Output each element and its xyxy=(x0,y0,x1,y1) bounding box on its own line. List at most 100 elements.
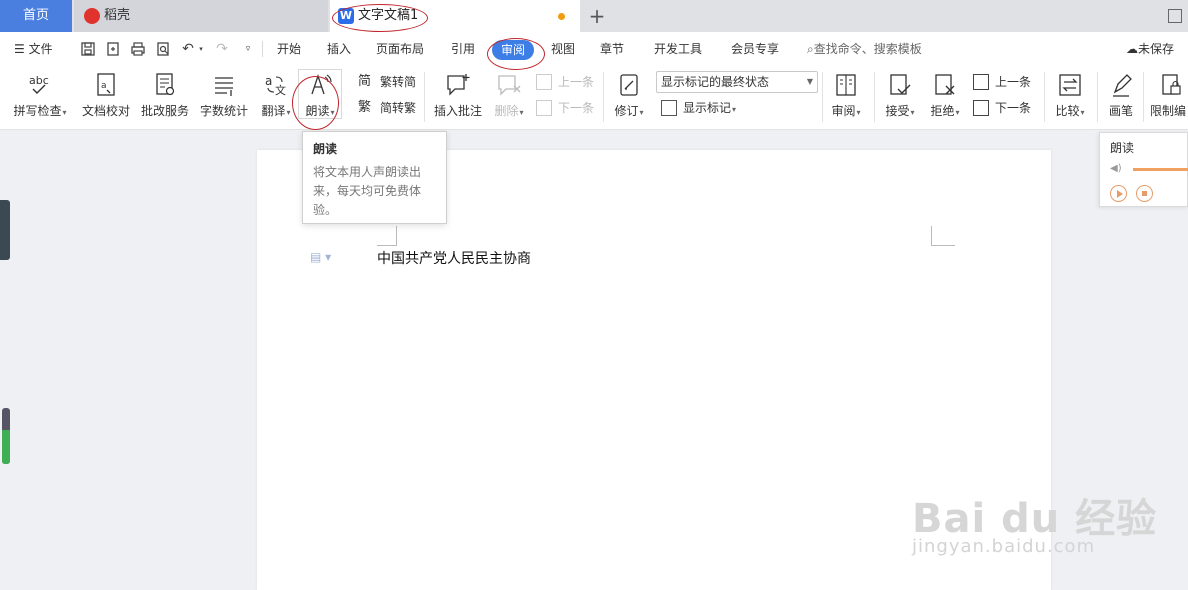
review-pane-icon xyxy=(836,74,856,96)
ribbon-separator xyxy=(603,72,604,122)
track-changes-icon xyxy=(620,74,638,96)
accept-button[interactable]: 接受▾ xyxy=(880,66,920,130)
annotation-circle-read-aloud xyxy=(292,76,339,130)
menu-view[interactable]: 视图 xyxy=(551,32,575,66)
quick-access-more-icon[interactable]: ▿ xyxy=(240,41,256,57)
accept-label: 接受 xyxy=(885,104,910,118)
insert-comment-icon xyxy=(447,74,470,96)
tooltip-title: 朗读 xyxy=(313,142,338,156)
spell-check-label: 拼写检查 xyxy=(13,104,62,118)
search-icon: ⌕ xyxy=(807,42,814,56)
track-changes-button[interactable]: 修订▾ xyxy=(610,66,648,130)
save-icon[interactable] xyxy=(80,41,96,57)
left-edge-meter[interactable] xyxy=(2,408,10,464)
redo-icon[interactable]: ↷ xyxy=(214,41,230,57)
unsaved-dot-icon xyxy=(558,13,565,20)
menu-developer[interactable]: 开发工具 xyxy=(654,32,702,66)
next-change-icon xyxy=(973,100,989,116)
ribbon-separator xyxy=(424,72,425,122)
margin-corner-top-right xyxy=(931,226,955,246)
review-ribbon: abc 拼写检查▾ a 文档校对 批改服务 字数统计 a文 翻译▾ 朗读▾ 简 … xyxy=(0,66,1188,130)
simp-to-trad-label: 简转繁 xyxy=(380,101,417,115)
file-menu-label: 文件 xyxy=(28,42,53,56)
cloud-save-status[interactable]: ☁未保存 xyxy=(1126,32,1174,66)
accept-icon xyxy=(890,74,911,95)
daoke-logo-icon xyxy=(84,8,100,24)
undo-dropdown-icon[interactable]: ▾ xyxy=(196,41,206,57)
document-text[interactable]: 中国共产党人民民主协商 xyxy=(377,248,531,268)
insert-comment-button[interactable]: 插入批注 xyxy=(432,66,484,130)
simp-to-trad-button[interactable]: 繁 简转繁 xyxy=(358,98,416,118)
menu-start[interactable]: 开始 xyxy=(277,32,301,66)
reject-icon xyxy=(935,74,955,95)
spell-check-icon: abc xyxy=(29,74,49,94)
command-search[interactable]: ⌕查找命令、搜索模板 xyxy=(807,32,922,66)
svg-text:a: a xyxy=(101,81,107,91)
menu-section[interactable]: 章节 xyxy=(600,32,624,66)
next-change-button[interactable]: 下一条 xyxy=(973,98,1031,118)
ribbon-separator xyxy=(1044,72,1045,122)
export-icon[interactable] xyxy=(105,41,121,57)
next-comment-button[interactable]: 下一条 xyxy=(536,98,594,118)
new-tab-button[interactable]: + xyxy=(586,2,608,30)
spell-check-button[interactable]: abc 拼写检查▾ xyxy=(10,66,70,130)
doc-proof-button[interactable]: a 文档校对 xyxy=(80,66,132,130)
print-icon[interactable] xyxy=(130,41,146,57)
delete-comment-icon xyxy=(498,75,521,96)
translate-button[interactable]: a文 翻译▾ xyxy=(258,66,294,130)
paragraph-handle-icon[interactable]: ▤ ▾ xyxy=(310,250,332,264)
menu-member[interactable]: 会员专享 xyxy=(731,32,779,66)
save-status-label: 未保存 xyxy=(1138,42,1175,56)
restrict-edit-button[interactable]: 限制编 xyxy=(1150,66,1188,130)
prev-change-button[interactable]: 上一条 xyxy=(973,72,1031,92)
review-pane-label: 审阅 xyxy=(831,104,856,118)
next-change-label: 下一条 xyxy=(995,101,1032,115)
file-menu-button[interactable]: ☰ 文件 xyxy=(14,32,53,66)
revise-service-button[interactable]: 批改服务 xyxy=(140,66,190,130)
reject-button[interactable]: 拒绝▾ xyxy=(925,66,965,130)
pen-button[interactable]: 画笔 xyxy=(1104,66,1138,130)
cloud-icon: ☁ xyxy=(1126,42,1138,56)
review-pane-button[interactable]: 审阅▾ xyxy=(826,66,866,130)
menu-insert[interactable]: 插入 xyxy=(327,32,351,66)
translate-label: 翻译 xyxy=(261,104,286,118)
svg-text:文: 文 xyxy=(275,83,286,97)
doc-proof-icon: a xyxy=(97,73,115,96)
delete-comment-label: 删除 xyxy=(494,104,519,118)
simp-to-trad-icon: 繁 xyxy=(358,100,372,115)
meter-fill xyxy=(2,430,10,464)
window-restore-icon[interactable] xyxy=(1168,9,1182,23)
show-markup-label: 显示标记 xyxy=(683,101,732,115)
volume-slider[interactable] xyxy=(1133,168,1188,171)
menu-references[interactable]: 引用 xyxy=(451,32,475,66)
display-mode-value: 显示标记的最终状态 xyxy=(661,75,770,89)
show-markup-button[interactable]: 显示标记▾ xyxy=(661,98,736,118)
trad-to-simp-icon: 简 xyxy=(358,74,372,89)
prev-comment-button[interactable]: 上一条 xyxy=(536,72,594,92)
print-preview-icon[interactable] xyxy=(155,41,171,57)
display-mode-select[interactable]: 显示标记的最终状态 ▼ xyxy=(656,71,818,93)
hamburger-icon: ☰ xyxy=(14,42,29,56)
tab-home[interactable]: 首页 xyxy=(0,0,72,32)
play-icon[interactable] xyxy=(1110,185,1127,202)
word-count-button[interactable]: 字数统计 xyxy=(198,66,250,130)
svg-text:abc: abc xyxy=(29,74,49,87)
command-search-label: 查找命令、搜索模板 xyxy=(813,42,922,56)
translate-icon: a文 xyxy=(265,74,286,97)
delete-comment-button[interactable]: 删除▾ xyxy=(490,66,528,130)
tab-daoke[interactable]: 稻壳 xyxy=(74,0,328,32)
left-edge-widget[interactable] xyxy=(0,200,10,260)
track-changes-label: 修订 xyxy=(614,104,639,118)
prev-comment-icon xyxy=(536,74,552,90)
compare-button[interactable]: 比较▾ xyxy=(1050,66,1090,130)
trad-to-simp-button[interactable]: 简 繁转简 xyxy=(358,72,416,92)
stop-icon[interactable] xyxy=(1136,185,1153,202)
menu-page-layout[interactable]: 页面布局 xyxy=(376,32,424,66)
pen-icon xyxy=(1113,74,1132,97)
undo-icon[interactable]: ↶ xyxy=(180,41,196,57)
margin-corner-top-left xyxy=(377,226,397,246)
next-comment-label: 下一条 xyxy=(558,101,595,115)
reject-label: 拒绝 xyxy=(930,104,955,118)
revise-service-label: 批改服务 xyxy=(140,104,189,118)
ribbon-separator xyxy=(1143,72,1144,122)
